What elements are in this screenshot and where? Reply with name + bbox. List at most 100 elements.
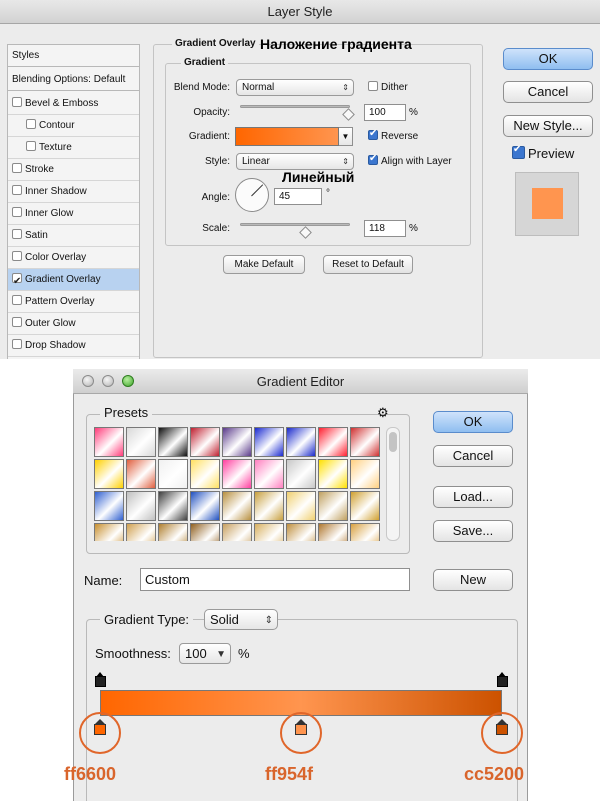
reverse-checkbox[interactable]: Reverse	[368, 128, 418, 142]
cancel-button[interactable]: Cancel	[503, 81, 593, 103]
checkbox-checked[interactable]	[368, 128, 378, 140]
sidebar-item-blending-options[interactable]: Blending Options: Default	[8, 69, 139, 91]
preset-swatch[interactable]	[126, 491, 156, 521]
sidebar-item-texture[interactable]: Texture	[8, 137, 139, 159]
preset-swatch[interactable]	[286, 523, 316, 541]
checkbox[interactable]	[12, 317, 22, 327]
sidebar-item-styles[interactable]: Styles	[8, 45, 139, 67]
minimize-window-icon[interactable]	[102, 375, 114, 387]
preset-swatch[interactable]	[318, 459, 348, 489]
preset-swatch[interactable]	[158, 459, 188, 489]
opacity-stop-right[interactable]	[497, 672, 508, 687]
preset-swatch[interactable]	[94, 459, 124, 489]
name-input[interactable]: Custom	[140, 568, 410, 591]
sidebar-item-stroke[interactable]: Stroke	[8, 159, 139, 181]
scale-input[interactable]: 118	[364, 220, 406, 237]
zoom-window-icon[interactable]	[122, 375, 134, 387]
gradient-swatch[interactable]	[235, 127, 339, 146]
sidebar-item-bevel-emboss[interactable]: Bevel & Emboss	[8, 93, 139, 115]
presets-grid	[94, 427, 382, 541]
preset-swatch[interactable]	[286, 491, 316, 521]
checkbox[interactable]	[26, 119, 36, 129]
checkbox[interactable]	[12, 295, 22, 305]
preset-swatch[interactable]	[254, 459, 284, 489]
cancel-button[interactable]: Cancel	[433, 445, 513, 467]
preset-swatch[interactable]	[254, 427, 284, 457]
blend-mode-select[interactable]: Normal ⇕	[236, 79, 354, 96]
load-button[interactable]: Load...	[433, 486, 513, 508]
checkbox[interactable]	[12, 207, 22, 217]
checkbox[interactable]	[26, 141, 36, 151]
preset-swatch[interactable]	[222, 523, 252, 541]
preset-swatch[interactable]	[190, 491, 220, 521]
sidebar-item-gradient-overlay[interactable]: Gradient Overlay	[8, 269, 139, 293]
new-button[interactable]: New	[433, 569, 513, 591]
checkbox[interactable]	[12, 163, 22, 173]
save-button[interactable]: Save...	[433, 520, 513, 542]
sidebar-item-contour[interactable]: Contour	[8, 115, 139, 137]
checkbox[interactable]	[12, 229, 22, 239]
preset-swatch[interactable]	[126, 459, 156, 489]
preset-swatch[interactable]	[222, 491, 252, 521]
preset-swatch[interactable]	[222, 427, 252, 457]
checkbox-checked[interactable]	[512, 144, 525, 159]
gradient-type-select[interactable]: Solid ⇕	[204, 609, 278, 630]
sidebar-item-inner-shadow[interactable]: Inner Shadow	[8, 181, 139, 203]
scale-slider-track[interactable]	[240, 223, 350, 226]
close-window-icon[interactable]	[82, 375, 94, 387]
preset-swatch[interactable]	[94, 523, 124, 541]
preset-swatch[interactable]	[286, 459, 316, 489]
preset-swatch[interactable]	[350, 491, 380, 521]
preset-swatch[interactable]	[350, 459, 380, 489]
checkbox[interactable]	[368, 81, 378, 91]
preset-swatch[interactable]	[94, 427, 124, 457]
ok-button[interactable]: OK	[503, 48, 593, 70]
preset-swatch[interactable]	[254, 491, 284, 521]
preset-swatch[interactable]	[126, 523, 156, 541]
preset-swatch[interactable]	[350, 427, 380, 457]
sidebar-item-drop-shadow[interactable]: Drop Shadow	[8, 335, 139, 357]
checkbox[interactable]	[12, 185, 22, 195]
checkbox-checked[interactable]	[368, 153, 378, 165]
sidebar-item-outer-glow[interactable]: Outer Glow	[8, 313, 139, 335]
preset-swatch[interactable]	[158, 427, 188, 457]
presets-scrollbar-thumb[interactable]	[389, 432, 397, 452]
new-style-button[interactable]: New Style...	[503, 115, 593, 137]
preset-swatch[interactable]	[318, 491, 348, 521]
dither-checkbox[interactable]: Dither	[368, 81, 408, 93]
checkbox[interactable]	[12, 97, 22, 107]
opacity-slider-track[interactable]	[240, 105, 350, 108]
sidebar-item-inner-glow[interactable]: Inner Glow	[8, 203, 139, 225]
align-with-layer-checkbox[interactable]: Align with Layer	[368, 153, 452, 167]
preset-swatch[interactable]	[94, 491, 124, 521]
smoothness-select[interactable]: 100 ▼	[179, 643, 231, 664]
preset-swatch[interactable]	[318, 427, 348, 457]
preset-swatch[interactable]	[190, 523, 220, 541]
checkbox-checked[interactable]	[12, 271, 22, 293]
preset-swatch[interactable]	[190, 427, 220, 457]
angle-input[interactable]: 45	[274, 188, 322, 205]
preset-swatch[interactable]	[126, 427, 156, 457]
preset-swatch[interactable]	[254, 523, 284, 541]
make-default-button[interactable]: Make Default	[223, 255, 305, 274]
sidebar-item-color-overlay[interactable]: Color Overlay	[8, 247, 139, 269]
ok-button[interactable]: OK	[433, 411, 513, 433]
preset-swatch[interactable]	[222, 459, 252, 489]
preset-swatch[interactable]	[158, 491, 188, 521]
preset-swatch[interactable]	[286, 427, 316, 457]
preview-checkbox[interactable]: Preview	[512, 144, 574, 161]
chevron-down-icon[interactable]: ▼	[339, 127, 353, 146]
sidebar-item-satin[interactable]: Satin	[8, 225, 139, 247]
style-select[interactable]: Linear ⇕	[236, 153, 354, 170]
checkbox[interactable]	[12, 339, 22, 349]
preset-swatch[interactable]	[318, 523, 348, 541]
preset-swatch[interactable]	[158, 523, 188, 541]
preset-swatch[interactable]	[190, 459, 220, 489]
preset-swatch[interactable]	[350, 523, 380, 541]
reset-to-default-button[interactable]: Reset to Default	[323, 255, 413, 274]
opacity-input[interactable]: 100	[364, 104, 406, 121]
checkbox[interactable]	[12, 251, 22, 261]
opacity-stop-left[interactable]	[95, 672, 106, 687]
sidebar-item-pattern-overlay[interactable]: Pattern Overlay	[8, 291, 139, 313]
gear-icon[interactable]: ⚙	[377, 405, 389, 421]
